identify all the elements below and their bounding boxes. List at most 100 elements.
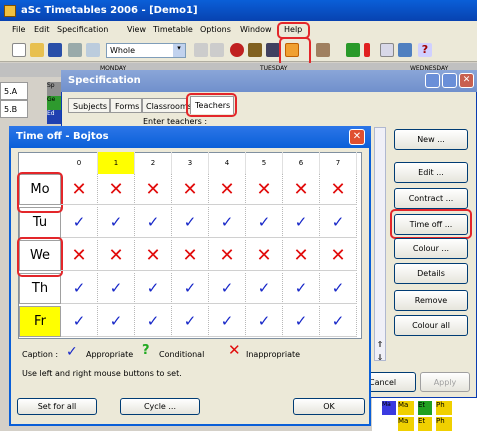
time-off-cell[interactable]: ✕ — [61, 174, 98, 205]
time-off-cell[interactable]: ✓ — [209, 306, 246, 337]
cancel-button[interactable]: Cancel — [366, 372, 416, 392]
lesson-cell[interactable]: Ph — [436, 417, 452, 431]
time-off-cell[interactable]: ✕ — [209, 174, 246, 205]
time-off-cell[interactable]: ✓ — [61, 273, 98, 304]
time-off-cell[interactable]: ✓ — [246, 207, 283, 238]
lesson-cell[interactable]: Ma — [398, 401, 414, 415]
save-icon[interactable] — [48, 43, 62, 57]
time-off-cell[interactable]: ✕ — [320, 240, 357, 271]
close-icon[interactable]: ✕ — [459, 73, 474, 88]
day-thursday[interactable]: Th — [19, 273, 61, 304]
time-off-cell[interactable]: ✓ — [135, 273, 172, 304]
time-off-cell[interactable]: ✕ — [246, 240, 283, 271]
menu-options[interactable]: Options — [200, 25, 231, 34]
time-off-cell[interactable]: ✕ — [283, 240, 320, 271]
generate-icon[interactable] — [346, 43, 360, 57]
time-off-cell[interactable]: ✓ — [320, 306, 357, 337]
time-off-cell[interactable]: ✓ — [246, 273, 283, 304]
subjects-icon[interactable] — [248, 43, 262, 57]
time-off-cell[interactable]: ✓ — [98, 306, 135, 337]
time-off-cell[interactable]: ✕ — [135, 174, 172, 205]
lesson-cell[interactable]: Et — [418, 401, 432, 415]
colour-all-button[interactable]: Colour all — [394, 315, 468, 336]
colors-icon[interactable] — [230, 43, 244, 57]
chart-icon[interactable] — [398, 43, 412, 57]
time-off-cell[interactable]: ✓ — [320, 207, 357, 238]
tab-subjects[interactable]: Subjects — [68, 98, 110, 113]
details-button[interactable]: Details — [394, 263, 468, 284]
time-off-cell[interactable]: ✓ — [61, 306, 98, 337]
ok-button[interactable]: OK — [293, 398, 365, 415]
chevron-down-icon[interactable]: ▾ — [173, 44, 185, 57]
time-off-cell[interactable]: ✕ — [61, 240, 98, 271]
time-off-cell[interactable]: ✓ — [246, 306, 283, 337]
check-icon: ✓ — [220, 312, 234, 330]
tab-forms[interactable]: Forms — [110, 98, 142, 113]
time-off-cell[interactable]: ✓ — [135, 207, 172, 238]
lesson-cell[interactable]: Et — [418, 417, 432, 431]
report-icon[interactable] — [380, 43, 394, 57]
time-off-cell[interactable]: ✕ — [98, 240, 135, 271]
colour-button[interactable]: Colour ... — [394, 238, 468, 259]
lesson-cell[interactable]: Ph — [436, 401, 452, 415]
time-off-cell[interactable]: ✕ — [320, 174, 357, 205]
time-off-cell[interactable]: ✕ — [172, 174, 209, 205]
tab-classrooms[interactable]: Classrooms — [142, 98, 192, 113]
lesson-cell[interactable]: Sp — [47, 82, 61, 96]
apply-button[interactable]: Apply — [420, 372, 470, 392]
time-off-cell[interactable]: ✓ — [283, 273, 320, 304]
lesson-cell[interactable]: Ge — [47, 96, 61, 110]
time-off-cell[interactable]: ✓ — [283, 306, 320, 337]
lesson-cell[interactable]: Ma — [398, 417, 414, 431]
time-off-cell[interactable]: ✓ — [209, 207, 246, 238]
time-off-cell[interactable]: ✓ — [172, 207, 209, 238]
help-icon[interactable]: ? — [418, 43, 432, 57]
time-off-cell[interactable]: ✕ — [135, 240, 172, 271]
time-off-cell[interactable]: ✕ — [172, 240, 209, 271]
menu-window[interactable]: Window — [240, 25, 272, 34]
classrooms-icon[interactable] — [316, 43, 330, 57]
lesson-cell[interactable]: Ed — [47, 110, 61, 124]
time-off-cell[interactable]: ✕ — [98, 174, 135, 205]
undo-icon[interactable] — [194, 43, 208, 57]
close-icon[interactable]: ✕ — [349, 129, 365, 145]
warning-icon[interactable] — [364, 43, 370, 57]
contract-button[interactable]: Contract ... — [394, 188, 468, 209]
minimize-icon[interactable] — [425, 73, 440, 88]
menu-timetable[interactable]: Timetable — [153, 25, 193, 34]
time-off-cell[interactable]: ✓ — [320, 273, 357, 304]
menu-edit[interactable]: Edit — [34, 25, 50, 34]
time-off-cell[interactable]: ✕ — [283, 174, 320, 205]
print-icon[interactable] — [68, 43, 82, 57]
time-off-cell[interactable]: ✕ — [209, 240, 246, 271]
time-off-cell[interactable]: ✓ — [98, 273, 135, 304]
move-down-icon[interactable]: ⇓ — [374, 353, 386, 363]
time-off-cell[interactable]: ✓ — [61, 207, 98, 238]
remove-button[interactable]: Remove — [394, 290, 468, 311]
time-off-cell[interactable]: ✕ — [246, 174, 283, 205]
time-off-cell[interactable]: ✓ — [98, 207, 135, 238]
move-up-icon[interactable]: ⇑ — [374, 340, 386, 350]
list-scrollbar[interactable] — [374, 127, 386, 361]
set-for-all-button[interactable]: Set for all — [17, 398, 97, 415]
maximize-icon[interactable] — [442, 73, 457, 88]
lesson-cell[interactable]: Ma — [382, 401, 396, 415]
day-friday[interactable]: Fr — [19, 306, 61, 337]
time-off-cell[interactable]: ✓ — [135, 306, 172, 337]
time-off-cell[interactable]: ✓ — [209, 273, 246, 304]
time-off-cell[interactable]: ✓ — [172, 306, 209, 337]
open-folder-icon[interactable] — [30, 43, 44, 57]
redo-icon[interactable] — [210, 43, 224, 57]
new-button[interactable]: New ... — [394, 129, 468, 150]
preview-icon[interactable] — [86, 43, 100, 57]
menu-file[interactable]: File — [12, 25, 25, 34]
menu-view[interactable]: View — [127, 25, 146, 34]
time-off-cell[interactable]: ✓ — [283, 207, 320, 238]
time-off-cell[interactable]: ✓ — [172, 273, 209, 304]
new-file-icon[interactable] — [12, 43, 26, 57]
edit-button[interactable]: Edit ... — [394, 162, 468, 183]
view-select[interactable]: Whole ▾ — [106, 43, 186, 58]
menu-specification[interactable]: Specification — [57, 25, 108, 34]
forms-icon[interactable] — [266, 43, 280, 57]
cycle-button[interactable]: Cycle ... — [120, 398, 200, 415]
